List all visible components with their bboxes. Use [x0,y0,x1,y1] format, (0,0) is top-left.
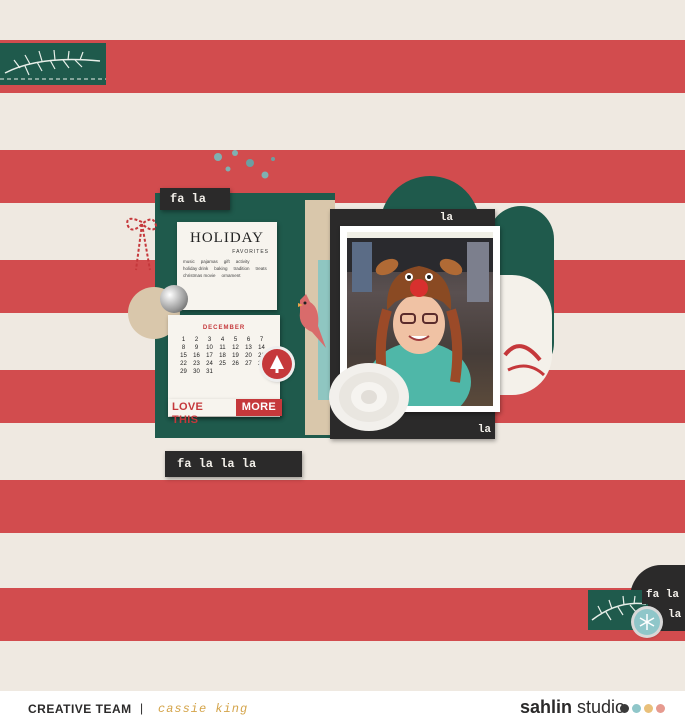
label-text: fa la la la [177,457,257,471]
calendar-day: 7 [259,337,264,343]
calendar-day: 2 [194,337,199,343]
calendar-day: 23 [193,361,200,367]
brand-logo: sahlin studio [520,697,625,718]
calendar-day: 10 [206,345,213,351]
cardinal-bird-icon [290,292,330,352]
calendar-day: 12 [232,345,239,351]
paper-flower-icon [326,360,412,434]
calendar-day: 3 [207,337,212,343]
calendar-month: DECEMBER [202,325,246,331]
calendar-day: 25 [219,361,226,367]
label-text: fa la [646,589,680,601]
calendar-day: 31 [206,369,213,375]
label-la-bottom: la [477,424,491,436]
calendar-day: 30 [193,369,200,375]
calendar-day: 9 [194,345,199,351]
list-item: holiday drink [183,266,209,271]
decor-paper-right [500,275,552,395]
calendar-day: 29 [180,369,187,375]
background-stripe [0,480,685,533]
footer-separator: | [140,701,144,715]
list-item: christmas movie [183,273,216,278]
label-fa-la-top: fa la [160,188,230,210]
calendar-day: 26 [232,361,239,367]
footer-bar: CREATIVE TEAM | cassie king sahlin studi… [0,691,685,726]
label-text: fa la [170,192,207,206]
list-item: gift [223,259,230,264]
calendar-day: 22 [180,361,187,367]
brand-dot [620,704,629,713]
list-item: pajamas [200,259,218,264]
list-item: treats [255,266,267,271]
brand-dots [620,704,665,713]
list-item: activity [235,259,250,264]
calendar-day: 11 [219,345,226,351]
brand-dot [632,704,641,713]
brand-dot [644,704,653,713]
creative-team-label: CREATIVE TEAM [28,702,132,716]
brand-dot [656,704,665,713]
list-item: ornament [221,273,241,278]
label-corner-fa-la: fa la [642,586,685,604]
calendar-day: 15 [180,353,187,359]
calendar-day: 5 [233,337,238,343]
calendar-day: 16 [193,353,200,359]
twine-bow-icon [122,212,162,272]
washi-tape-top-left [0,43,106,85]
more-text: MORE [235,399,282,416]
journal-card: HOLIDAY FAVORITES music pajamas gift act… [177,222,277,310]
label-la-top: la [439,212,453,224]
background-stripe [0,150,685,203]
list-item: tradition [233,266,250,271]
label-text: la [668,609,682,621]
enamel-dots [210,145,280,185]
jingle-bell-icon [160,285,188,313]
list-item: baking [214,266,228,271]
list-item: music [183,259,195,264]
brand-light: studio [577,697,626,717]
calendar-day: 4 [220,337,225,343]
label-fa-la-la-la: fa la la la [165,451,302,477]
love-this-label: LOVE THIS MORE [168,399,282,426]
calendar-day: 13 [245,345,252,351]
calendar-day: 8 [181,345,186,351]
journal-list: music pajamas gift activity holiday drin… [177,255,277,278]
journal-title: HOLIDAY [190,230,264,246]
designer-name: cassie king [158,702,249,716]
label-corner-la: la [664,606,685,624]
calendar-day: 1 [181,337,186,343]
calendar-day: 17 [206,353,213,359]
calendar-day: 6 [246,337,251,343]
scrapbook-page: fa la HOLIDAY FAVORITES music pajamas gi… [0,0,685,726]
calendar-day: 19 [232,353,239,359]
love-this-text: LOVE THIS [168,399,236,426]
calendar-day: 27 [245,361,252,367]
snowflake-icon [634,609,660,635]
calendar-day: 20 [245,353,252,359]
pine-branch-icon [0,49,106,80]
background-stripe [0,588,685,641]
calendar-day: 18 [219,353,226,359]
brand-bold: sahlin [520,697,573,717]
tree-badge-icon [262,349,292,379]
calendar-day: 24 [206,361,213,367]
